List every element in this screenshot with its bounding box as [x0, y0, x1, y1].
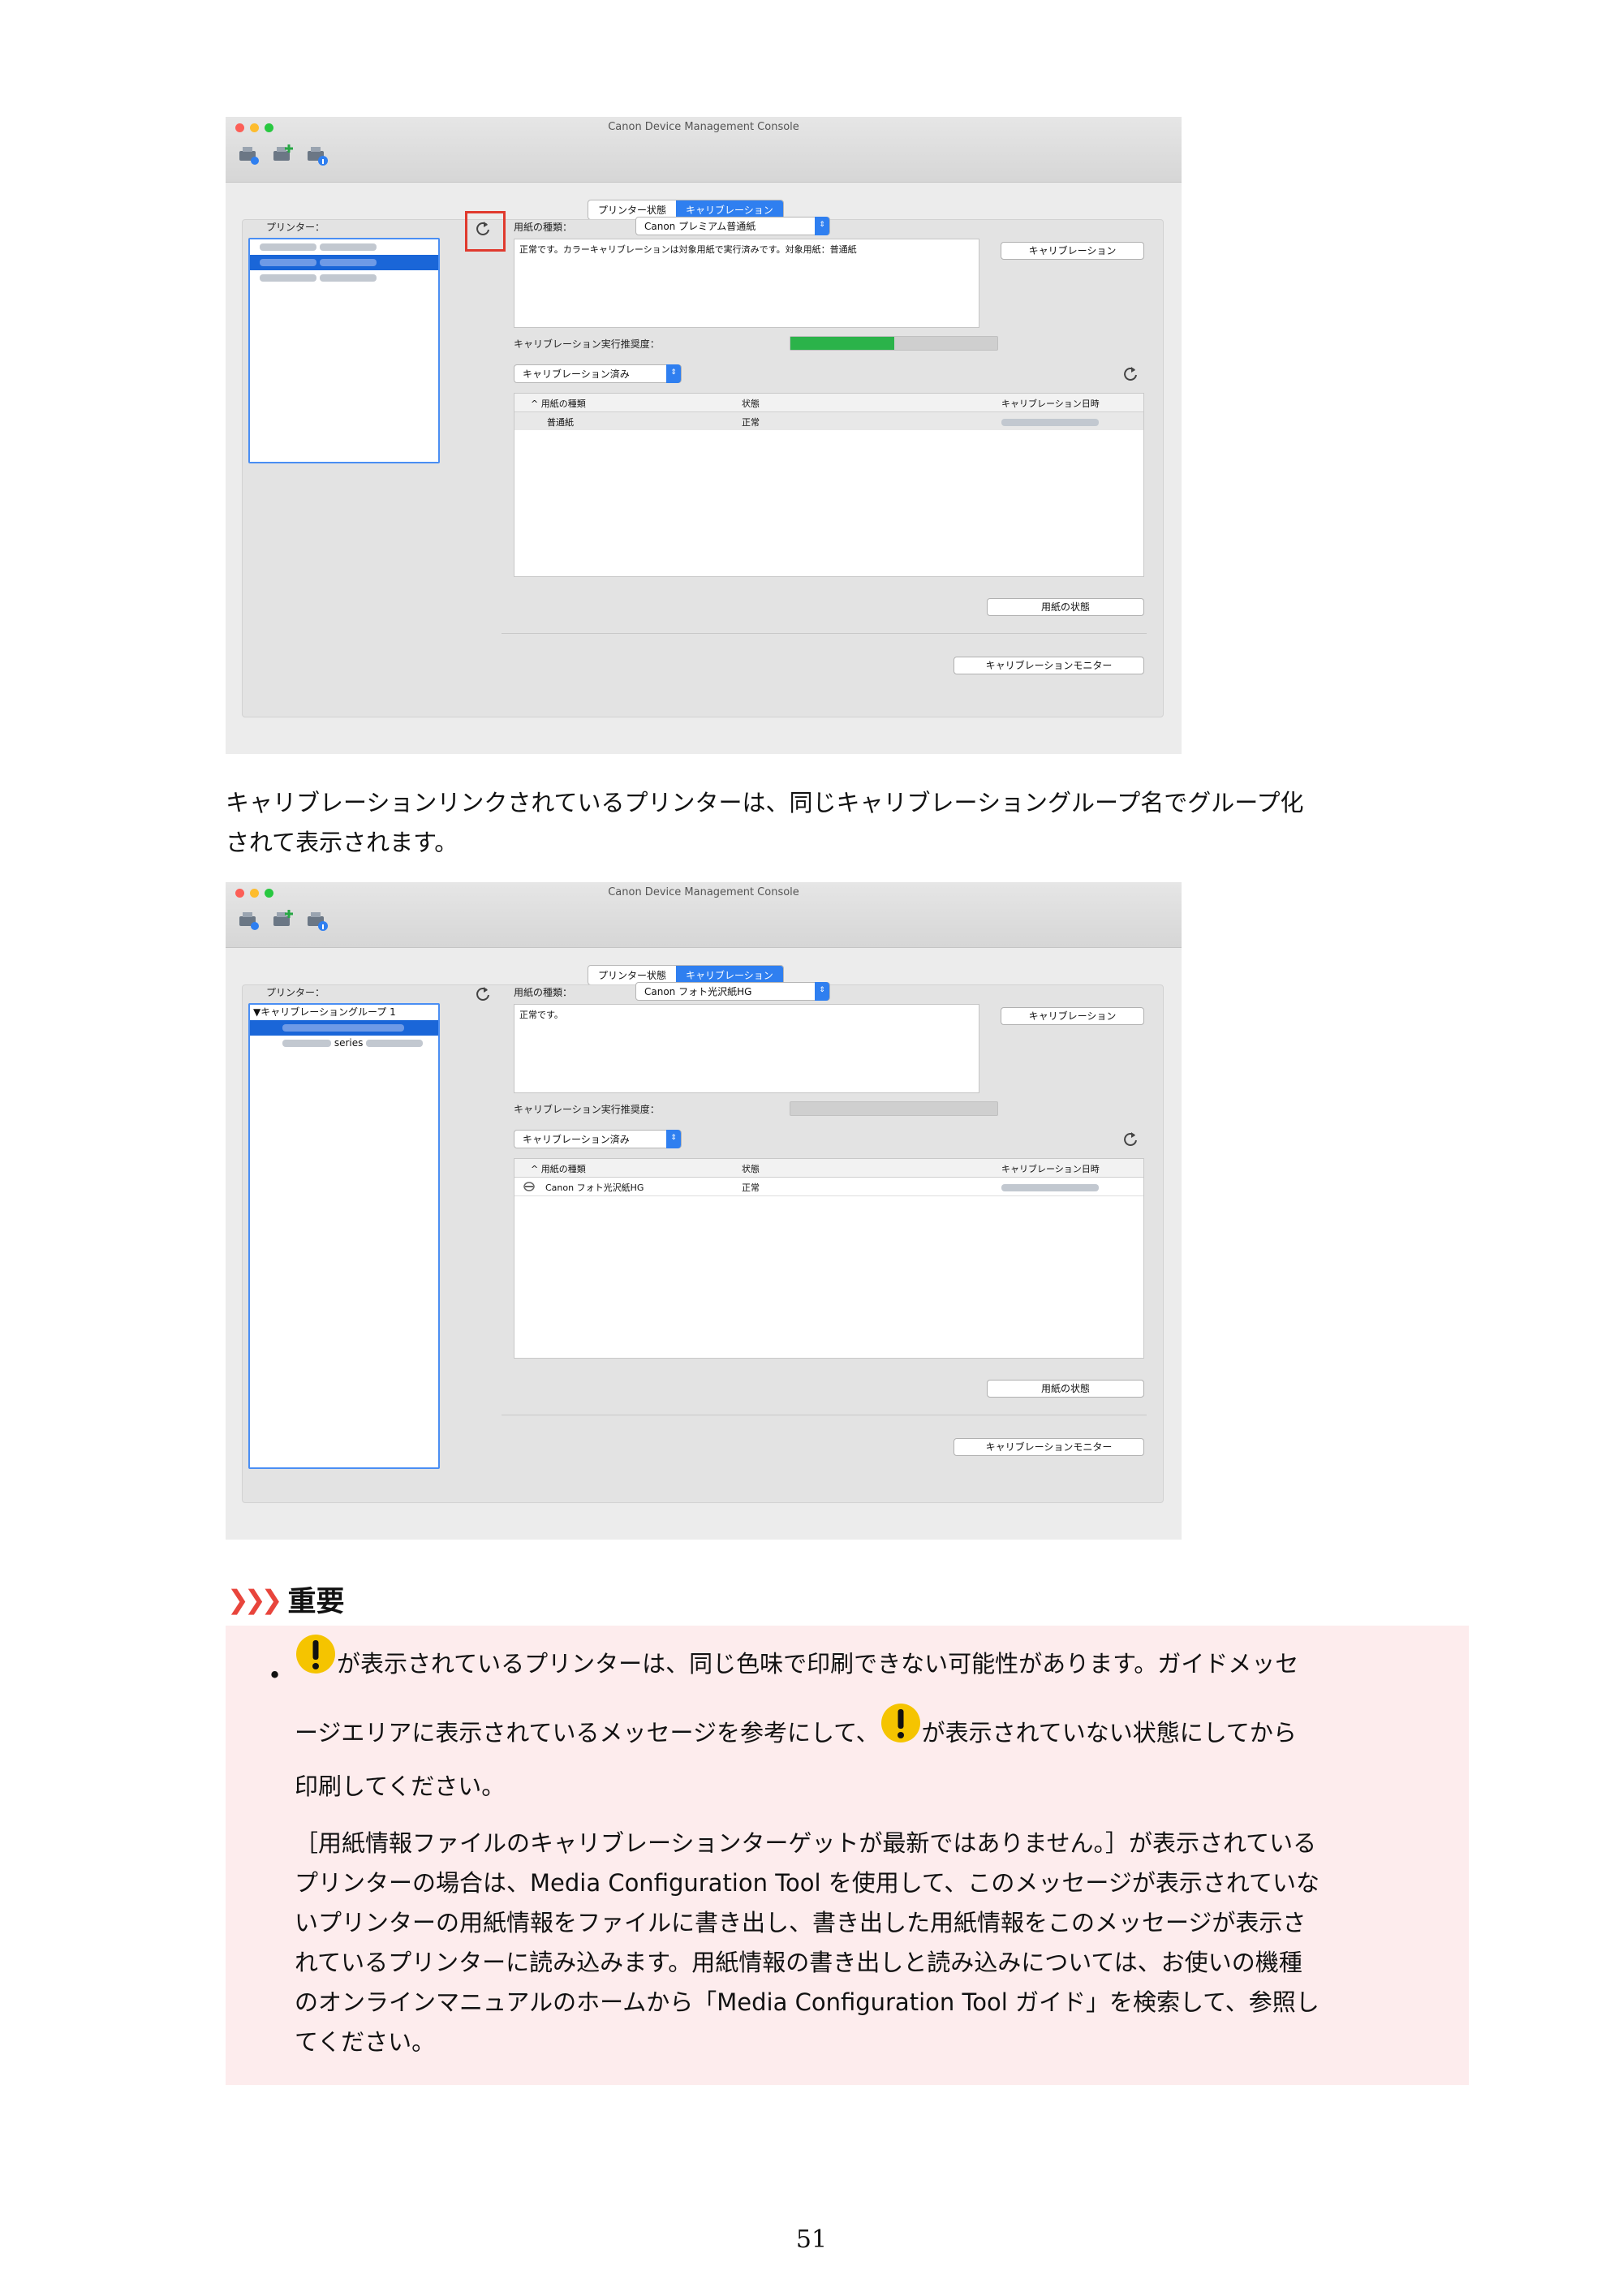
- table-header: ^ 用紙の種類 状態 キャリブレーション日時: [514, 394, 1143, 412]
- calibration-filter-select[interactable]: キャリブレーション済み ⇕: [514, 1130, 682, 1148]
- calibration-button[interactable]: キャリブレーション: [1001, 1007, 1144, 1025]
- body-paragraph: キャリブレーションリンクされているプリンターは、同じキャリブレーショングループ名…: [226, 789, 1304, 856]
- guide-message-area: 正常です。カラーキャリブレーションは対象用紙で実行済みです。対象用紙：普通紙: [514, 239, 979, 328]
- divider: [502, 633, 1147, 634]
- important-line-2: ージエリアに表示されているメッセージを参考にして、 が表示されていない状態にしてか…: [295, 1702, 1297, 1753]
- important-title: 重要: [287, 1586, 345, 1618]
- paper-type-select[interactable]: Canon フォト光沢紙HG ⇕: [635, 982, 830, 1001]
- window-content: プリンター状態 キャリブレーション プリンター： ▼キャリブレーショングループ …: [226, 948, 1182, 1540]
- filter-value: キャリブレーション済み: [523, 368, 630, 380]
- table-row[interactable]: Canon フォト光沢紙HG 正常: [514, 1178, 1143, 1196]
- recommend-level-bar: [790, 1101, 998, 1116]
- warning-icon: [295, 1633, 337, 1675]
- cell-status: 正常: [742, 417, 760, 428]
- window-titlebar: Canon Device Management Console: [226, 117, 1182, 183]
- paper-type-select[interactable]: Canon プレミアム普通紙 ⇕: [635, 217, 830, 235]
- add-printer-icon[interactable]: [271, 908, 295, 933]
- paper-type-label: 用紙の種類：: [514, 222, 573, 233]
- printer-list-item[interactable]: series: [250, 1036, 438, 1051]
- refresh-icon[interactable]: [474, 220, 492, 238]
- popup-arrow-icon: ⇕: [666, 1130, 681, 1148]
- printer-address: [319, 274, 377, 282]
- paper-status-button[interactable]: 用紙の状態: [987, 1380, 1144, 1398]
- cell-paper: 普通紙: [547, 417, 574, 428]
- column-paper-type[interactable]: ^ 用紙の種類: [531, 1162, 586, 1175]
- printer-info-icon[interactable]: [305, 908, 329, 933]
- important-line-3: 印刷してください。: [295, 1773, 506, 1800]
- important-line-1: が表示されているプリンターは、同じ色味で印刷できない可能性があります。ガイドメッ…: [295, 1633, 1298, 1684]
- printer-label: プリンター：: [266, 987, 325, 998]
- chevrons-icon: ❯❯❯: [227, 1583, 282, 1615]
- refresh-list-icon[interactable]: [1121, 1131, 1139, 1148]
- screenshot-calibration-group: Canon Device Management Console プリンター状態 …: [226, 882, 1182, 1540]
- popup-arrow-icon: ⇕: [815, 217, 829, 235]
- window-title: Canon Device Management Console: [608, 121, 799, 133]
- important-text-2b: が表示されていない状態にしてから: [921, 1719, 1297, 1747]
- important-text-2a: ージエリアに表示されているメッセージを参考にして、: [295, 1719, 880, 1747]
- important-heading: ❯❯❯ 重要: [227, 1579, 344, 1620]
- recommend-label: キャリブレーション実行推奨度：: [514, 1104, 660, 1115]
- guide-message-text: 正常です。: [519, 1010, 563, 1020]
- column-calibration-date[interactable]: キャリブレーション日時: [1001, 1162, 1100, 1175]
- popup-arrow-icon: ⇕: [666, 364, 681, 383]
- popup-arrow-icon: ⇕: [815, 982, 829, 1001]
- paper-status-button[interactable]: 用紙の状態: [987, 598, 1144, 616]
- guide-message-text: 正常です。カラーキャリブレーションは対象用紙で実行済みです。対象用紙：普通紙: [519, 244, 857, 255]
- calibration-group-row[interactable]: ▼キャリブレーショングループ 1: [250, 1005, 438, 1020]
- printer-list-item-selected[interactable]: [250, 255, 438, 270]
- add-printer-icon[interactable]: [271, 143, 295, 167]
- cell-paper: Canon フォト光沢紙HG: [545, 1182, 644, 1193]
- column-status[interactable]: 状態: [742, 397, 760, 410]
- filter-value: キャリブレーション済み: [523, 1134, 630, 1145]
- window-content: プリンター状態 キャリブレーション プリンター： 用紙の種類： Canon プレ…: [226, 183, 1182, 754]
- recommend-level-fill: [790, 337, 894, 350]
- recommend-label: キャリブレーション実行推奨度：: [514, 338, 660, 350]
- printer-list-item[interactable]: [250, 270, 438, 286]
- printer-address: [319, 243, 377, 251]
- paper-type-label: 用紙の種類：: [514, 987, 573, 998]
- printer-list[interactable]: ▼キャリブレーショングループ 1 series: [248, 1003, 440, 1469]
- paper-type-value: Canon フォト光沢紙HG: [644, 986, 752, 997]
- calibration-table: ^ 用紙の種類 状態 キャリブレーション日時 普通紙 正常: [514, 393, 1144, 577]
- refresh-list-icon[interactable]: [1121, 365, 1139, 383]
- window-title: Canon Device Management Console: [608, 886, 799, 898]
- printer-settings-icon[interactable]: [237, 143, 261, 167]
- printer-info-icon[interactable]: [305, 143, 329, 167]
- printer-list[interactable]: [248, 238, 440, 463]
- calibration-table: ^ 用紙の種類 状態 キャリブレーション日時 Canon フォト光沢紙HG 正常: [514, 1158, 1144, 1359]
- guide-message-area: 正常です。: [514, 1004, 979, 1093]
- bullet-icon: •: [268, 1661, 282, 1689]
- table-row[interactable]: 普通紙 正常: [514, 412, 1143, 430]
- calibration-filter-select[interactable]: キャリブレーション済み ⇕: [514, 364, 682, 383]
- window-titlebar: Canon Device Management Console: [226, 882, 1182, 948]
- calibration-link-icon: [523, 1182, 535, 1191]
- printer-series-text: series: [334, 1037, 364, 1049]
- recommend-level-bar: [790, 336, 998, 351]
- cell-status: 正常: [742, 1182, 760, 1193]
- important-text-1: が表示されているプリンターは、同じ色味で印刷できない可能性があります。ガイドメッ…: [337, 1650, 1299, 1678]
- column-status[interactable]: 状態: [742, 1162, 760, 1175]
- paper-type-value: Canon プレミアム普通紙: [644, 221, 756, 232]
- printer-list-item[interactable]: [250, 239, 438, 255]
- page-number: 51: [795, 2225, 828, 2254]
- printer-list-item-selected[interactable]: [250, 1020, 438, 1036]
- calibration-button[interactable]: キャリブレーション: [1001, 242, 1144, 260]
- printer-address: [319, 259, 377, 266]
- refresh-icon[interactable]: [474, 985, 492, 1003]
- calibration-monitor-button[interactable]: キャリブレーションモニター: [954, 1438, 1144, 1456]
- screenshot-calibration-tab: Canon Device Management Console プリンター状態 …: [226, 117, 1182, 754]
- table-header: ^ 用紙の種類 状態 キャリブレーション日時: [514, 1159, 1143, 1178]
- column-paper-type[interactable]: ^ 用紙の種類: [531, 397, 586, 410]
- printer-label: プリンター：: [266, 222, 325, 233]
- important-paragraph-2: ［用紙情報ファイルのキャリブレーションターゲットが最新ではありません。］が表示さ…: [295, 1829, 1319, 2056]
- printer-settings-icon[interactable]: [237, 908, 261, 933]
- column-calibration-date[interactable]: キャリブレーション日時: [1001, 397, 1100, 410]
- calibration-monitor-button[interactable]: キャリブレーションモニター: [954, 657, 1144, 674]
- warning-icon: [880, 1702, 922, 1744]
